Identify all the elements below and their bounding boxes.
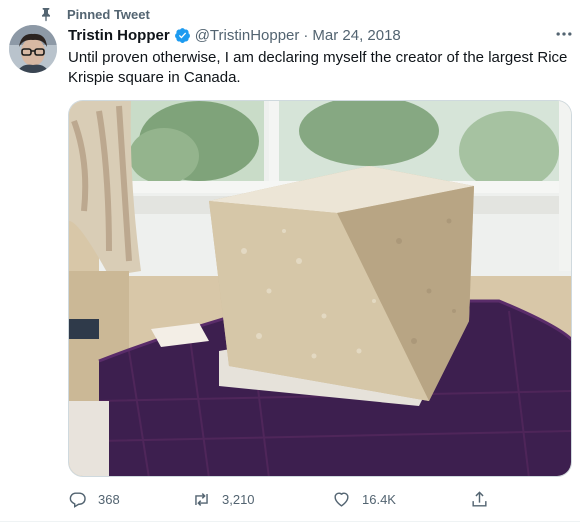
pinned-indicator: Pinned Tweet	[38, 5, 150, 23]
reply-icon	[69, 492, 86, 508]
like-button[interactable]: 16.4K	[332, 490, 396, 509]
like-count: 16.4K	[362, 492, 396, 507]
share-button[interactable]	[470, 490, 500, 509]
verified-badge-icon	[174, 27, 190, 43]
retweet-count: 3,210	[222, 492, 255, 507]
separator-dot: ·	[303, 26, 309, 44]
pinned-label: Pinned Tweet	[67, 6, 150, 22]
share-icon	[472, 491, 487, 507]
pin-icon	[42, 8, 50, 22]
reply-button[interactable]: 368	[68, 490, 120, 509]
photo-rice-krispie-square	[69, 101, 571, 476]
tweet-photo[interactable]	[68, 100, 572, 477]
tweet-actions: 368 3,210 16.4K	[68, 490, 498, 512]
like-icon	[334, 492, 349, 507]
more-icon[interactable]	[554, 24, 574, 44]
author-handle[interactable]: @TristinHopper	[195, 27, 300, 44]
tweet-date[interactable]: Mar 24, 2018	[312, 27, 400, 44]
retweet-button[interactable]: 3,210	[192, 490, 255, 509]
tweet-text: Until proven otherwise, I am declaring m…	[68, 49, 568, 86]
reply-count: 368	[98, 492, 120, 507]
display-name[interactable]: Tristin Hopper	[68, 27, 170, 44]
avatar[interactable]	[9, 25, 57, 73]
tweet-header: Tristin Hopper @TristinHopper · Mar 24, …	[68, 25, 568, 45]
tweet-card[interactable]: Pinned Tweet Tristin Hopper @TristinHopp…	[0, 0, 580, 522]
retweet-icon	[195, 493, 208, 506]
